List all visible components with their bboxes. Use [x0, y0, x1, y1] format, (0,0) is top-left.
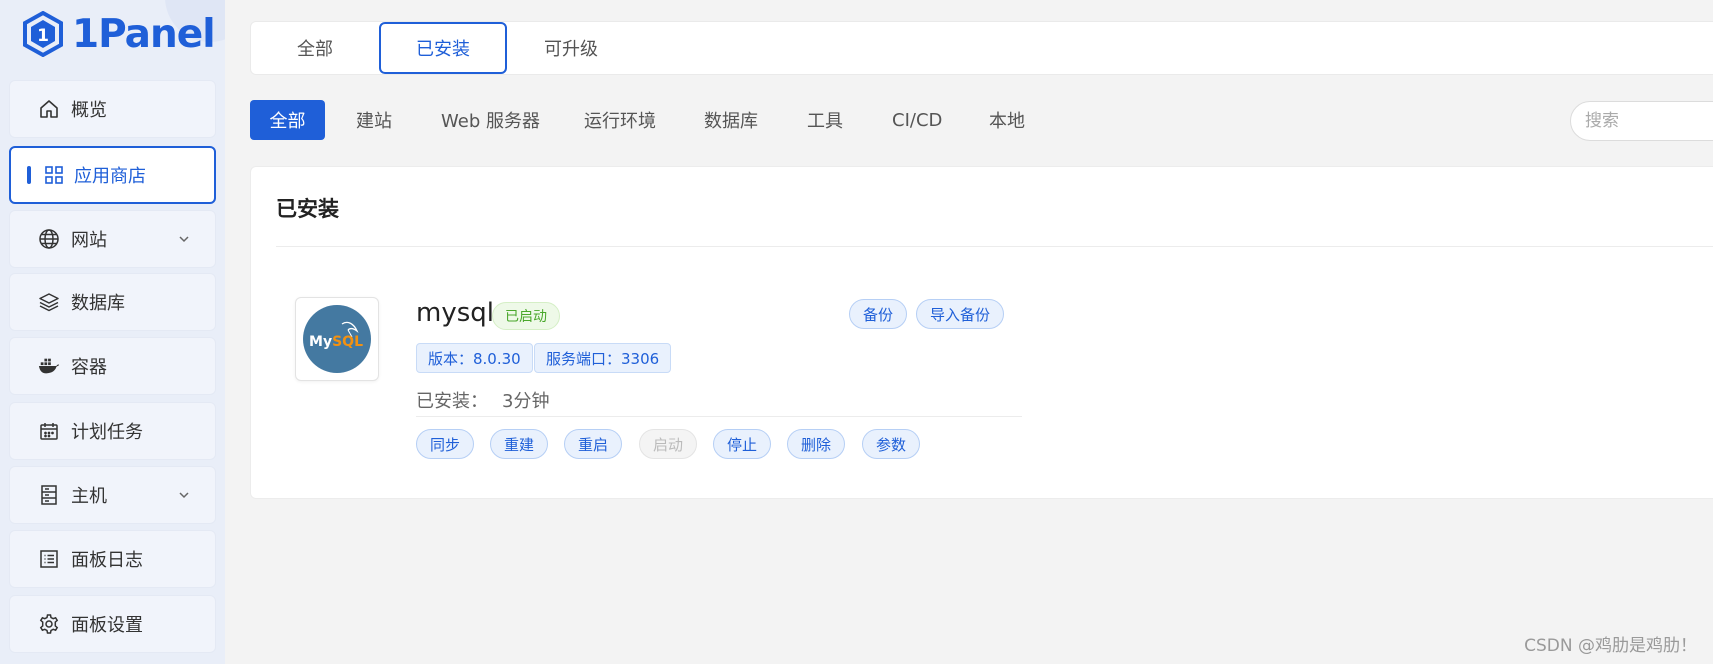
sidebar-item-label: 数据库 [71, 293, 125, 314]
category-runtime[interactable]: 运行环境 [582, 100, 658, 140]
installed-time-value: 3分钟 [502, 391, 550, 412]
version-tag: 版本：8.0.30 [416, 343, 533, 373]
category-all[interactable]: 全部 [250, 100, 325, 140]
section-title: 已安装 [276, 197, 339, 221]
category-local[interactable]: 本地 [987, 100, 1027, 140]
port-tag: 服务端口：3306 [534, 343, 672, 373]
sidebar-item-panel-settings[interactable]: 面板设置 [9, 595, 216, 653]
delete-button[interactable]: 删除 [787, 429, 846, 459]
mysql-logo-icon: MySQL [303, 305, 371, 373]
server-icon [38, 484, 60, 506]
top-tab-bar: 全部 已安装 可升级 [250, 21, 1713, 75]
import-backup-button[interactable]: 导入备份 [916, 299, 1005, 329]
brand-hexagon-icon: 1 [23, 11, 63, 57]
grid-icon [43, 164, 65, 186]
calendar-icon [38, 420, 60, 442]
category-database[interactable]: 数据库 [702, 100, 760, 140]
sidebar-item-label: 应用商店 [74, 166, 146, 187]
start-button[interactable]: 启动 [639, 429, 698, 459]
sidebar-item-label: 网站 [71, 230, 107, 251]
divider [416, 416, 1022, 417]
svg-text:MySQL: MySQL [309, 334, 363, 350]
installed-time: 已安装： 3分钟 [416, 387, 549, 413]
sidebar-item-label: 概览 [71, 100, 107, 121]
sidebar-item-label: 主机 [71, 486, 107, 507]
sidebar-item-overview[interactable]: 概览 [9, 80, 216, 138]
brand-name: 1Panel [72, 11, 216, 57]
divider [276, 246, 1713, 247]
sidebar: 1 1Panel 概览 应用商店 网站 数据库 容器 计划任务 主机 面板日志 … [0, 0, 225, 664]
chevron-down-icon [179, 236, 189, 243]
app-logo: MySQL [295, 297, 379, 381]
log-icon [38, 548, 60, 570]
status-badge: 已启动 [492, 302, 560, 330]
sidebar-item-label: 容器 [71, 357, 107, 378]
docker-icon [38, 355, 60, 377]
sidebar-item-container[interactable]: 容器 [9, 337, 216, 395]
brand-logo[interactable]: 1 1Panel [22, 10, 216, 58]
restart-button[interactable]: 重启 [564, 429, 623, 459]
chevron-down-icon [179, 492, 189, 499]
sidebar-item-panel-log[interactable]: 面板日志 [9, 530, 216, 588]
sidebar-item-label: 面板设置 [71, 615, 143, 636]
svg-text:1: 1 [37, 26, 49, 46]
category-cicd[interactable]: CI/CD [890, 100, 944, 140]
active-indicator [27, 166, 31, 184]
sidebar-item-cron[interactable]: 计划任务 [9, 402, 216, 460]
sidebar-item-label: 面板日志 [71, 550, 143, 571]
sidebar-item-app-store[interactable]: 应用商店 [9, 146, 216, 204]
stop-button[interactable]: 停止 [713, 429, 772, 459]
tab-installed[interactable]: 已安装 [379, 22, 507, 74]
sidebar-item-database[interactable]: 数据库 [9, 273, 216, 331]
installed-card: 已安装 MySQL mysql 已启动 版本：8.0.30 服务端口：3306 … [250, 166, 1713, 499]
home-icon [38, 98, 60, 120]
mysql-sql-text: SQL [332, 334, 363, 350]
category-website[interactable]: 建站 [354, 100, 394, 140]
tab-upgradable[interactable]: 可升级 [507, 22, 635, 74]
layers-icon [38, 291, 60, 313]
category-web-server[interactable]: Web 服务器 [439, 100, 542, 140]
app-name[interactable]: mysql [416, 298, 494, 328]
sidebar-item-website[interactable]: 网站 [9, 210, 216, 268]
sidebar-item-host[interactable]: 主机 [9, 466, 216, 524]
search-input[interactable] [1570, 101, 1713, 141]
gear-icon [38, 613, 60, 635]
sync-button[interactable]: 同步 [416, 429, 475, 459]
backup-button[interactable]: 备份 [849, 299, 908, 329]
installed-time-label: 已安装： [416, 391, 488, 412]
globe-icon [38, 228, 60, 250]
params-button[interactable]: 参数 [862, 429, 921, 459]
sidebar-item-label: 计划任务 [71, 422, 143, 443]
rebuild-button[interactable]: 重建 [490, 429, 549, 459]
category-tools[interactable]: 工具 [805, 100, 845, 140]
tab-all[interactable]: 全部 [251, 22, 379, 74]
watermark: CSDN @鸡肋是鸡肋！ [1524, 636, 1697, 656]
